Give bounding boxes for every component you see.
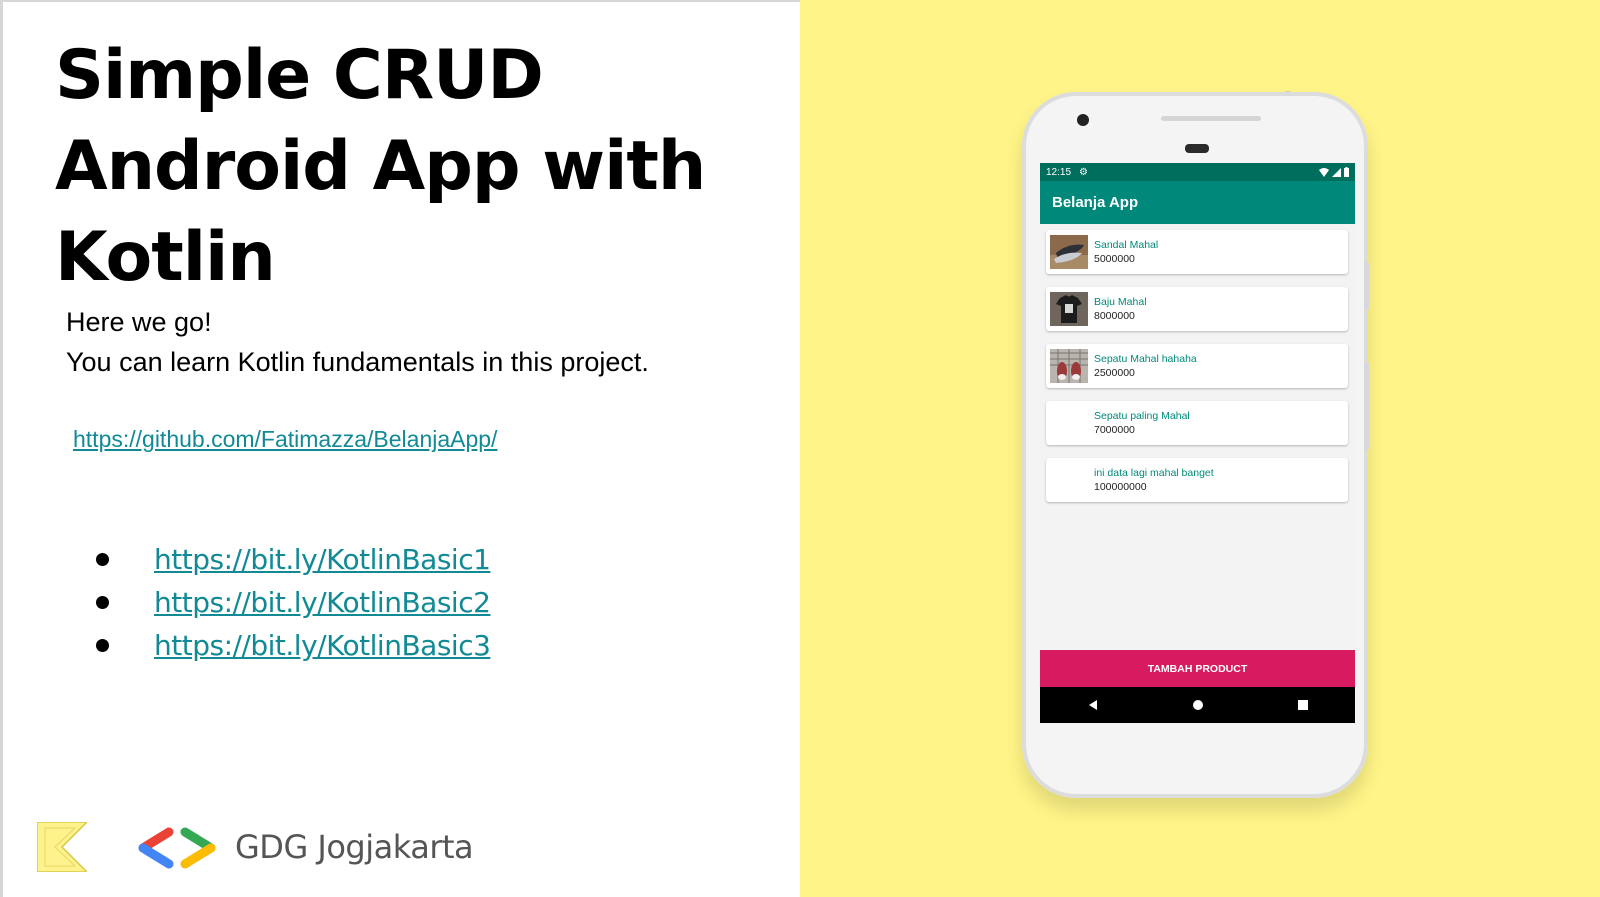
item-price: 7000000 <box>1094 424 1135 436</box>
back-icon[interactable] <box>1081 693 1105 717</box>
item-text: Sandal Mahal 5000000 <box>1094 238 1158 266</box>
gdg-brand-text: GDG Jogjakarta <box>235 828 474 866</box>
list-item[interactable]: Sepatu Mahal hahaha 2500000 <box>1046 344 1348 388</box>
sandal-image <box>1050 235 1088 269</box>
wifi-icon <box>1319 167 1329 177</box>
phone-volume-button <box>1364 362 1369 450</box>
earpiece <box>1185 144 1209 153</box>
status-time: 12:15 <box>1046 166 1072 178</box>
gdg-logo-icon <box>138 827 216 869</box>
app-title: Belanja App <box>1052 194 1139 211</box>
item-text: Sepatu Mahal hahaha 2500000 <box>1094 352 1197 380</box>
item-price: 5000000 <box>1094 253 1135 265</box>
signal-icon <box>1332 167 1341 177</box>
item-price: 8000000 <box>1094 310 1135 322</box>
bullet-dot-icon <box>96 596 109 609</box>
item-price: 100000000 <box>1094 481 1147 493</box>
bullet-dot-icon <box>96 553 109 566</box>
product-list: Sandal Mahal 5000000 Baju Mahal 8000000 <box>1046 230 1349 515</box>
gear-icon: ⚙ <box>1079 166 1088 178</box>
bullet-link[interactable]: https://bit.ly/KotlinBasic2 <box>154 586 491 619</box>
empty-thumb <box>1050 406 1088 440</box>
slide: Simple CRUD Android App with Kotlin Here… <box>0 0 1600 897</box>
intro-line: Here we go! <box>66 307 212 337</box>
item-text: ini data lagi mahal banget 100000000 <box>1094 466 1214 494</box>
status-bar: 12:15 ⚙ <box>1040 163 1355 181</box>
bullet-item: https://bit.ly/KotlinBasic3 <box>93 624 491 667</box>
intro-text: Here we go! You can learn Kotlin fundame… <box>66 302 649 382</box>
list-item[interactable]: Sandal Mahal 5000000 <box>1046 230 1348 274</box>
bullet-link[interactable]: https://bit.ly/KotlinBasic3 <box>154 629 491 662</box>
shoes-image <box>1050 349 1088 383</box>
slide-title: Simple CRUD Android App with Kotlin <box>55 30 775 303</box>
kotlin-logo-icon <box>37 822 87 872</box>
title-line: Kotlin <box>55 218 276 297</box>
item-name: Sepatu Mahal hahaha <box>1094 353 1197 365</box>
intro-line: You can learn Kotlin fundamentals in thi… <box>66 347 649 377</box>
bullet-item: https://bit.ly/KotlinBasic1 <box>93 538 491 581</box>
battery-icon <box>1344 167 1349 177</box>
system-icons <box>1319 167 1349 177</box>
list-item[interactable]: Baju Mahal 8000000 <box>1046 287 1348 331</box>
empty-thumb <box>1050 463 1088 497</box>
app-bar: Belanja App <box>1040 181 1355 224</box>
title-line: Android App with <box>55 127 706 206</box>
bullet-dot-icon <box>96 639 109 652</box>
bullet-link[interactable]: https://bit.ly/KotlinBasic1 <box>154 543 491 576</box>
android-nav-bar <box>1040 687 1355 723</box>
phone-screen: 12:15 ⚙ Belanja App Sandal Mahal 5000000… <box>1040 163 1355 723</box>
item-text: Sepatu paling Mahal 7000000 <box>1094 409 1190 437</box>
item-text: Baju Mahal 8000000 <box>1094 295 1147 323</box>
bullet-list: https://bit.ly/KotlinBasic1 https://bit.… <box>93 538 491 667</box>
speaker-grille <box>1161 116 1261 121</box>
left-panel: Simple CRUD Android App with Kotlin Here… <box>0 0 800 897</box>
list-item[interactable]: Sepatu paling Mahal 7000000 <box>1046 401 1348 445</box>
item-name: Sandal Mahal <box>1094 239 1159 251</box>
item-name: Sepatu paling Mahal <box>1094 410 1190 422</box>
repo-link[interactable]: https://github.com/Fatimazza/BelanjaApp/ <box>73 426 497 453</box>
title-line: Simple CRUD <box>55 36 544 115</box>
bullet-item: https://bit.ly/KotlinBasic2 <box>93 581 491 624</box>
home-icon[interactable] <box>1186 693 1210 717</box>
camera-icon <box>1077 114 1089 126</box>
item-name: ini data lagi mahal banget <box>1094 467 1214 479</box>
item-price: 2500000 <box>1094 367 1135 379</box>
shirt-image <box>1050 292 1088 326</box>
phone-power-button <box>1364 262 1369 310</box>
add-product-button[interactable]: TAMBAH PRODUCT <box>1040 650 1355 687</box>
list-item[interactable]: ini data lagi mahal banget 100000000 <box>1046 458 1348 502</box>
item-name: Baju Mahal <box>1094 296 1147 308</box>
recents-icon[interactable] <box>1291 693 1315 717</box>
